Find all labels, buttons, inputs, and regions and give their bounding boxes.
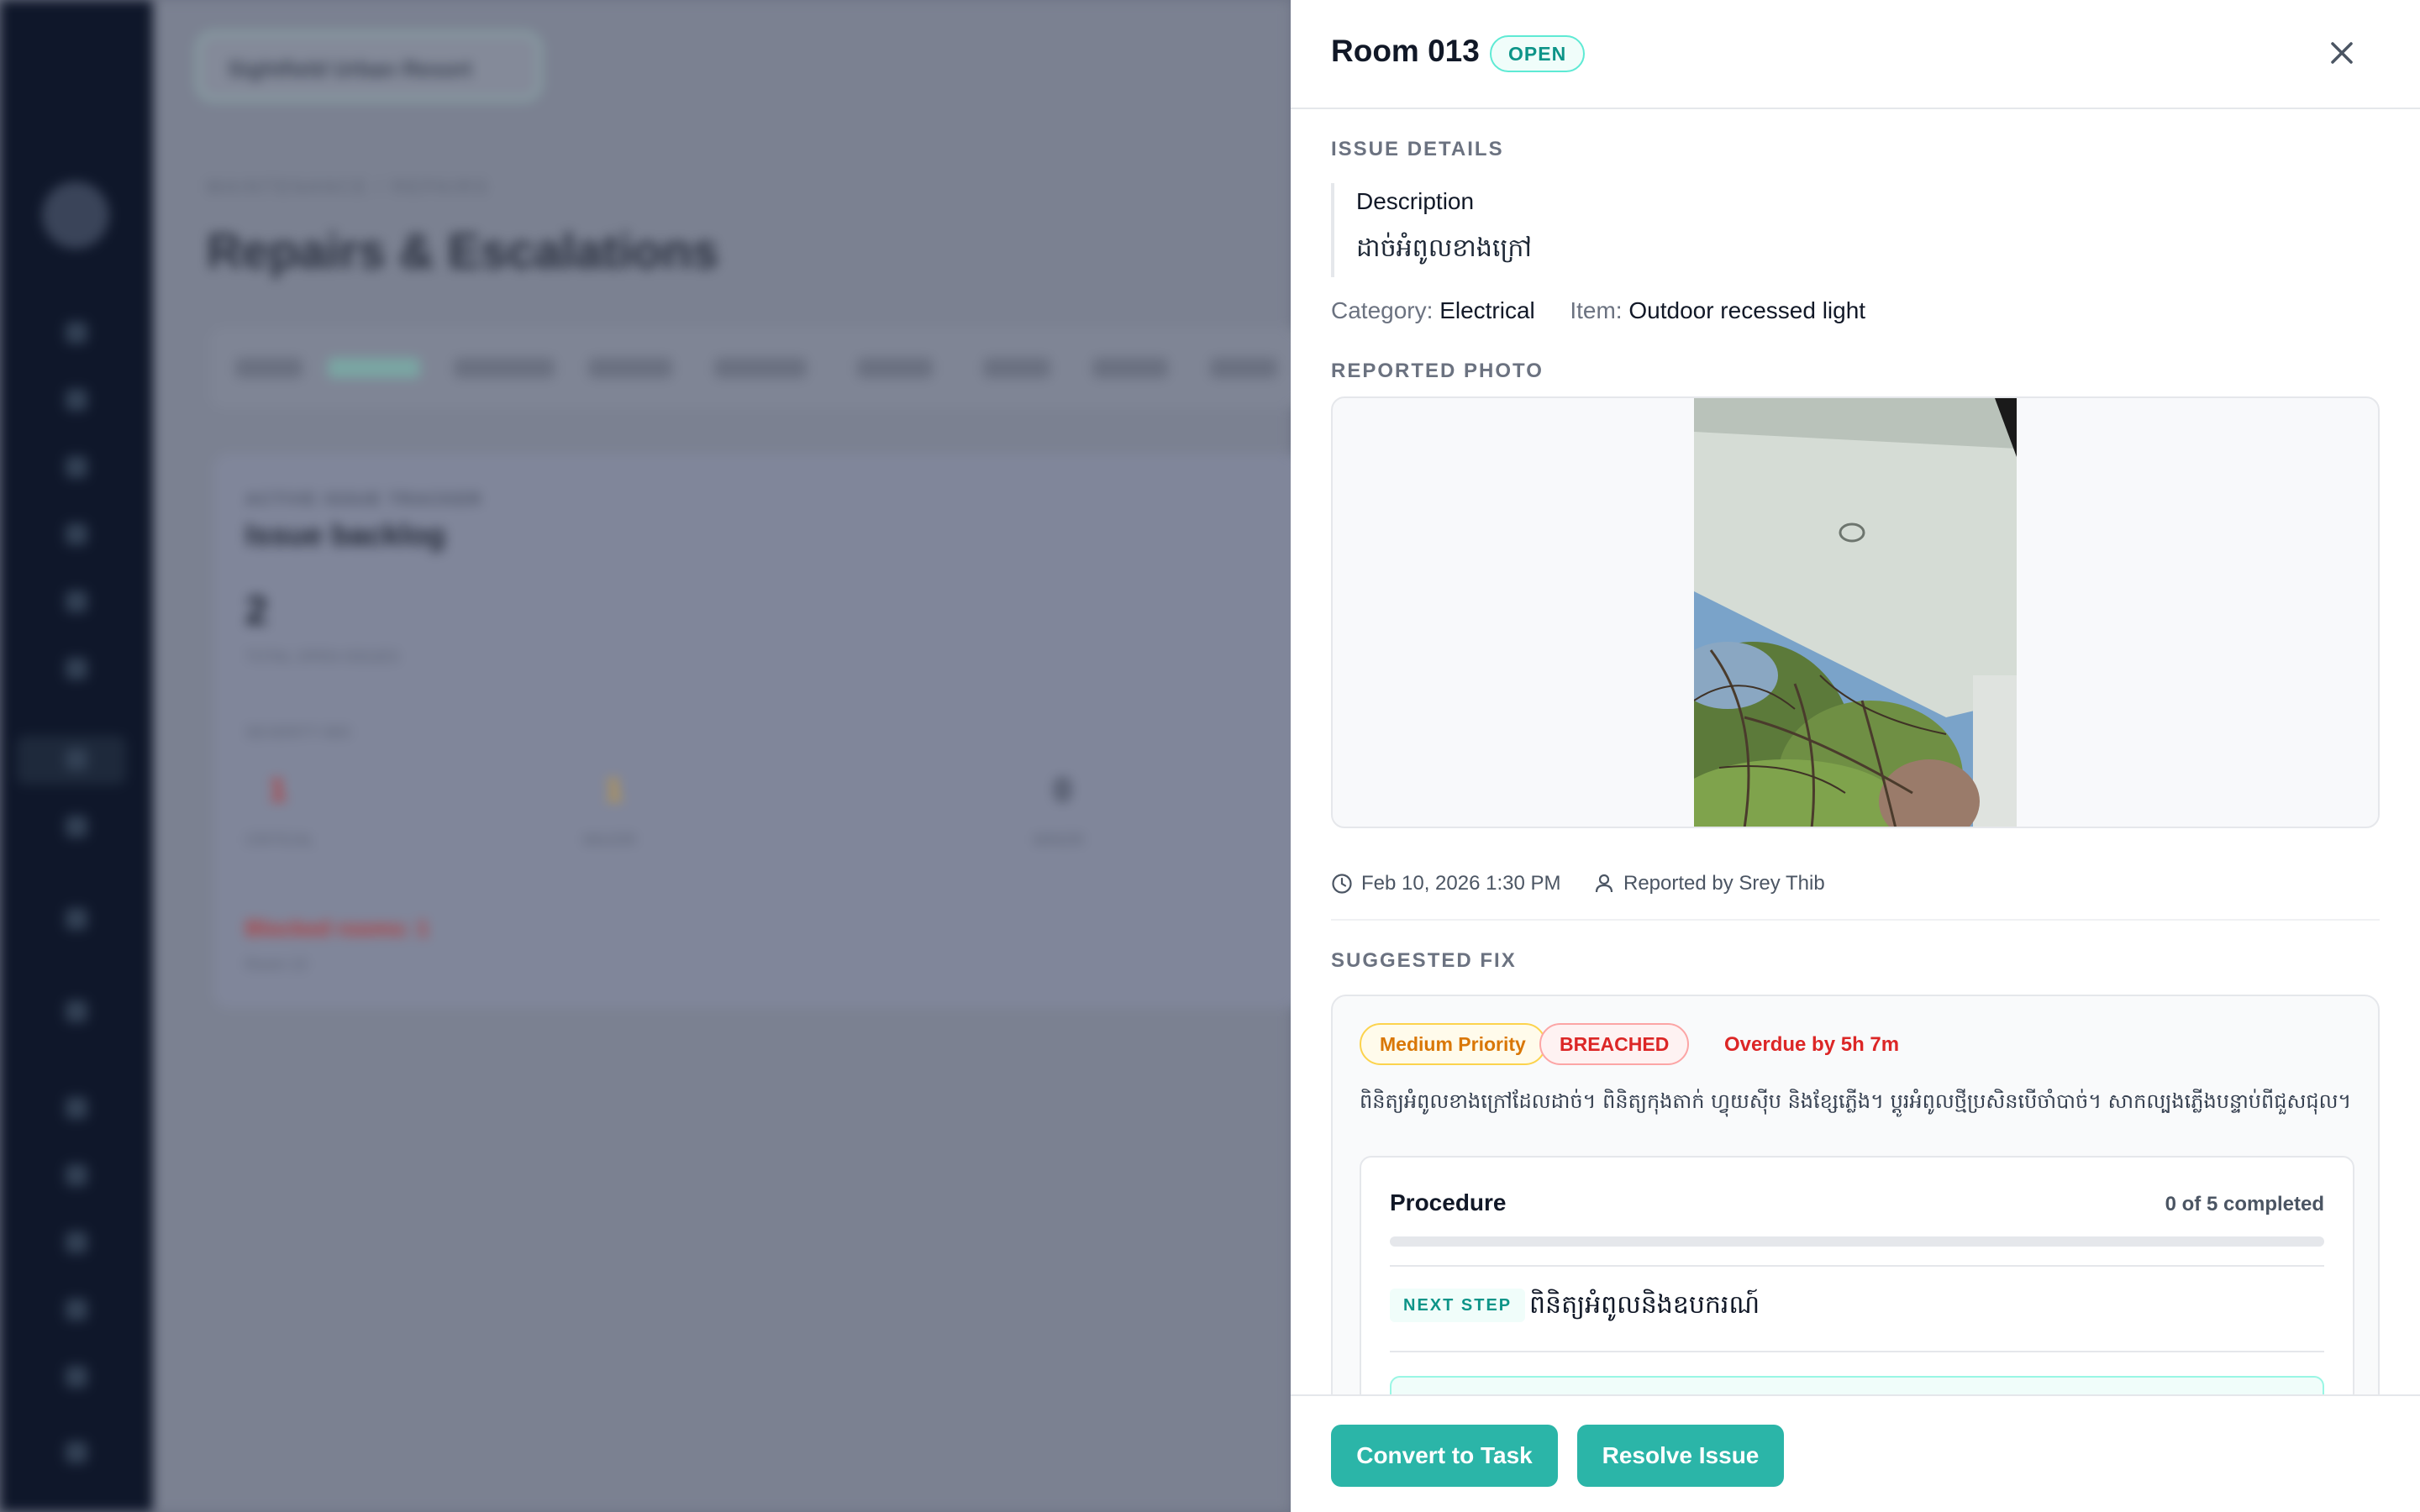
nav-icon[interactable] xyxy=(66,591,87,612)
reported-by-text: Reported by Srey Thib xyxy=(1623,872,1825,895)
tab[interactable] xyxy=(454,358,555,378)
property-selector[interactable]: Sightfield Urban Resort xyxy=(197,32,541,101)
user-icon xyxy=(1595,874,1613,893)
card-title: Issue backlog xyxy=(245,517,446,552)
fix-description: ពិនិត្យអំពូលខាងក្រៅដែលដាច់។ ពិនិត្យកុងតា… xyxy=(1360,1089,2352,1113)
blocked-rooms[interactable]: Blocked rooms: 1 xyxy=(245,916,429,942)
item-key: Item: xyxy=(1570,297,1623,323)
close-button[interactable] xyxy=(2326,37,2358,69)
avatar xyxy=(42,181,109,249)
procedure-progress-text: 0 of 5 completed xyxy=(2165,1193,2324,1215)
room-title: Room 013 xyxy=(1331,34,1480,68)
procedure-card: Procedure 0 of 5 completed NEXT STEP ពិន… xyxy=(1360,1156,2354,1394)
panel-body[interactable]: ISSUE DETAILS Description ដាច់អំពូលខាងក្… xyxy=(1291,111,2420,1394)
breadcrumb: MAINTENANCE / REPAIRS xyxy=(207,176,490,197)
suggested-fix-card: Medium Priority BREACHED Overdue by 5h 7… xyxy=(1331,995,2380,1394)
severity-major-label: MAJOR xyxy=(583,832,636,848)
category-key: Category: xyxy=(1331,297,1434,323)
nav-icon[interactable] xyxy=(66,322,87,344)
reported-by: Reported by Srey Thib xyxy=(1593,872,1825,895)
photo-label: REPORTED PHOTO xyxy=(1331,360,1544,382)
panel-footer: Convert to Task Resolve Issue xyxy=(1291,1394,2420,1512)
nav-icon[interactable] xyxy=(66,816,87,837)
priority-badge: Medium Priority xyxy=(1360,1023,1546,1065)
procedure-step-item[interactable] xyxy=(1390,1376,2324,1394)
page-title: Repairs & Escalations xyxy=(207,224,719,279)
description-label: Description xyxy=(1356,188,1475,214)
severity-minor-label: MINOR xyxy=(1034,832,1084,848)
tab-active[interactable] xyxy=(328,358,420,378)
nav-icon[interactable] xyxy=(66,1000,87,1022)
nav-icon[interactable] xyxy=(66,1164,87,1186)
tab[interactable] xyxy=(588,358,672,378)
issue-detail-panel: Room 013 OPEN ISSUE DETAILS Description … xyxy=(1291,0,2420,1512)
filter-tabs xyxy=(210,328,1302,408)
sidebar xyxy=(0,0,153,1512)
nav-icon[interactable] xyxy=(66,456,87,478)
tab[interactable] xyxy=(1092,358,1168,378)
procedure-title: Procedure xyxy=(1390,1189,1507,1215)
report-info-row: Feb 10, 2026 1:30 PM Reported by Srey Th… xyxy=(1331,872,2380,921)
nav-icon[interactable] xyxy=(66,1299,87,1320)
severity-minor-count: 0 xyxy=(1054,773,1072,808)
nav-icon[interactable] xyxy=(66,1097,87,1119)
nav-icon[interactable] xyxy=(66,1231,87,1253)
nav-icon[interactable] xyxy=(66,523,87,545)
description-block: Description ដាច់អំពូលខាងក្រៅ xyxy=(1331,183,2087,277)
reported-photo[interactable] xyxy=(1694,398,2017,828)
status-badge: OPEN xyxy=(1490,35,1586,72)
total-open: 2 xyxy=(245,589,268,633)
severity-label: SEVERITY MIX xyxy=(245,724,351,741)
panel-header: Room 013 OPEN xyxy=(1291,0,2420,109)
issue-details-label: ISSUE DETAILS xyxy=(1331,138,1504,160)
suggested-fix-label: SUGGESTED FIX xyxy=(1331,949,1517,972)
reported-time: Feb 10, 2026 1:30 PM xyxy=(1331,872,1561,895)
tab[interactable] xyxy=(714,358,807,378)
next-step-badge: NEXT STEP xyxy=(1390,1289,1526,1322)
tab[interactable] xyxy=(983,358,1050,378)
description-text: ដាច់អំពូលខាងក្រៅ xyxy=(1356,234,1532,263)
total-label: TOTAL OPEN ISSUES xyxy=(245,648,399,665)
background-app: Sightfield Urban Resort MAINTENANCE / RE… xyxy=(0,0,1306,1512)
nav-icon[interactable] xyxy=(66,908,87,930)
convert-to-task-button[interactable]: Convert to Task xyxy=(1331,1425,1558,1487)
nav-icon[interactable] xyxy=(66,389,87,411)
photo-frame[interactable] xyxy=(1331,396,2380,828)
tab[interactable] xyxy=(235,358,302,378)
wrench-icon[interactable] xyxy=(66,748,87,770)
reported-time-text: Feb 10, 2026 1:30 PM xyxy=(1361,872,1561,895)
nav-icon[interactable] xyxy=(66,658,87,680)
blocked-room-sub: Room 13 xyxy=(245,956,308,973)
sla-badge: BREACHED xyxy=(1539,1023,1690,1065)
clock-icon xyxy=(1332,874,1352,894)
divider xyxy=(1390,1351,2324,1352)
overdue-text: Overdue by 5h 7m xyxy=(1724,1033,1900,1056)
issue-meta: Category: Electrical Item: Outdoor reces… xyxy=(1331,297,1865,324)
resolve-issue-button[interactable]: Resolve Issue xyxy=(1577,1425,1784,1487)
severity-major-count: 1 xyxy=(605,773,623,808)
divider xyxy=(1390,1265,2324,1267)
category-value: Electrical xyxy=(1439,297,1535,323)
card-eyebrow: ACTIVE ISSUE TRACKER xyxy=(245,491,483,509)
backlog-card: ACTIVE ISSUE TRACKER Issue backlog 2 TOT… xyxy=(213,454,1306,1008)
procedure-progress-bar xyxy=(1390,1236,2324,1247)
severity-critical-count: 1 xyxy=(269,773,287,808)
main-content: Sightfield Urban Resort MAINTENANCE / RE… xyxy=(153,0,1306,1512)
close-icon xyxy=(2331,42,2353,64)
tab[interactable] xyxy=(1210,358,1277,378)
nav-icon[interactable] xyxy=(66,1441,87,1463)
severity-critical-label: CRITICAL xyxy=(245,832,315,848)
tab[interactable] xyxy=(857,358,933,378)
next-step-text: ពិនិត្យអំពូលនិងឧបករណ៍ xyxy=(1529,1290,1760,1320)
item-value: Outdoor recessed light xyxy=(1628,297,1866,323)
nav-icon[interactable] xyxy=(66,1366,87,1388)
